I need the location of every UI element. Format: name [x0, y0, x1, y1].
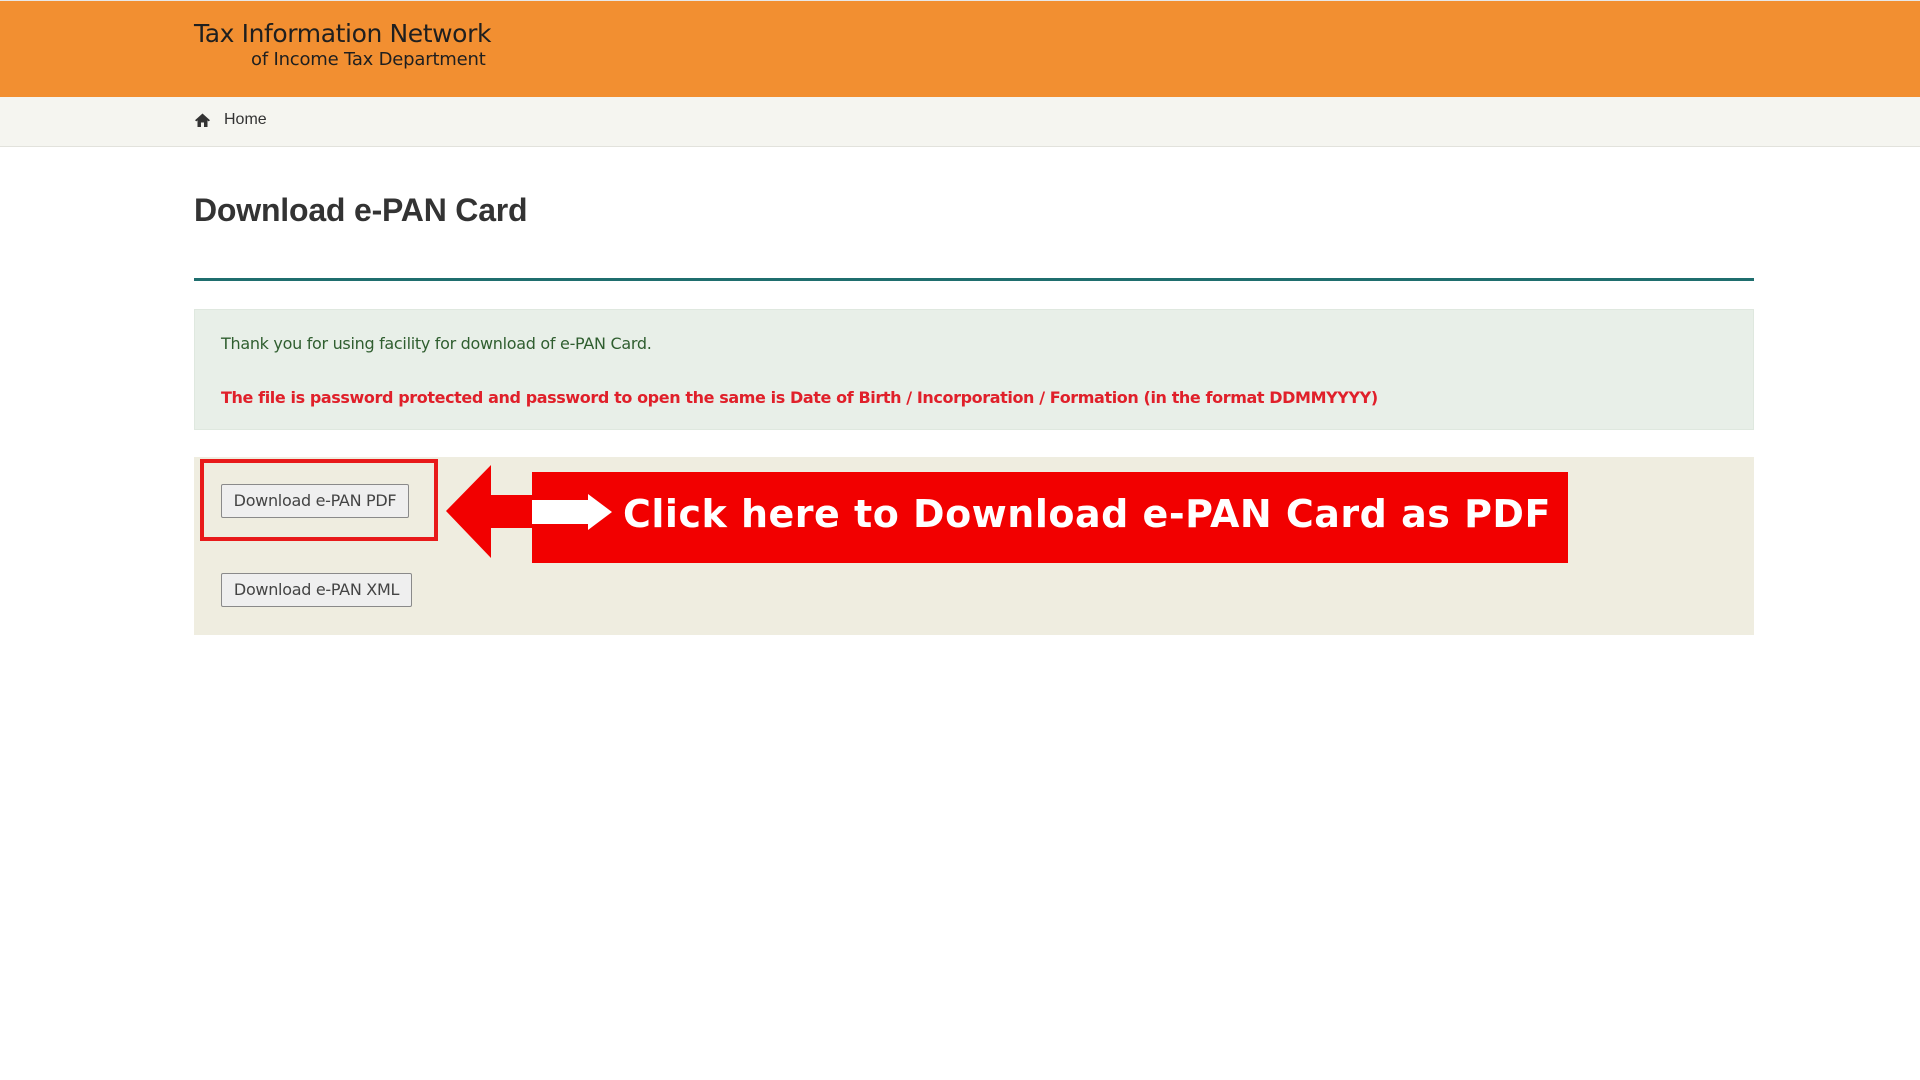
title-divider	[194, 278, 1754, 281]
callout-arrow-icon	[446, 465, 536, 558]
arrow-right-icon	[532, 494, 612, 530]
thank-you-message: Thank you for using facility for downloa…	[221, 334, 652, 353]
brand-title: Tax Information Network	[194, 19, 492, 48]
callout-banner: Click here to Download e-PAN Card as PDF	[532, 472, 1568, 563]
brand-subtitle: of Income Tax Department	[251, 49, 486, 70]
password-note: The file is password protected and passw…	[221, 388, 1378, 407]
pdf-button-highlight	[200, 459, 438, 541]
site-header: Tax Information Network of Income Tax De…	[0, 0, 1920, 97]
site-logo[interactable]: Tax Information Network of Income Tax De…	[194, 21, 491, 69]
notice-panel: Thank you for using facility for downloa…	[194, 309, 1754, 430]
breadcrumb-bar: Home	[0, 97, 1920, 147]
home-link[interactable]: Home	[194, 111, 267, 129]
download-xml-button[interactable]: Download e-PAN XML	[221, 573, 412, 607]
page-title: Download e-PAN Card	[194, 192, 528, 228]
home-label: Home	[224, 111, 267, 128]
home-icon	[194, 112, 211, 129]
callout-text: Click here to Download e-PAN Card as PDF	[623, 492, 1551, 536]
